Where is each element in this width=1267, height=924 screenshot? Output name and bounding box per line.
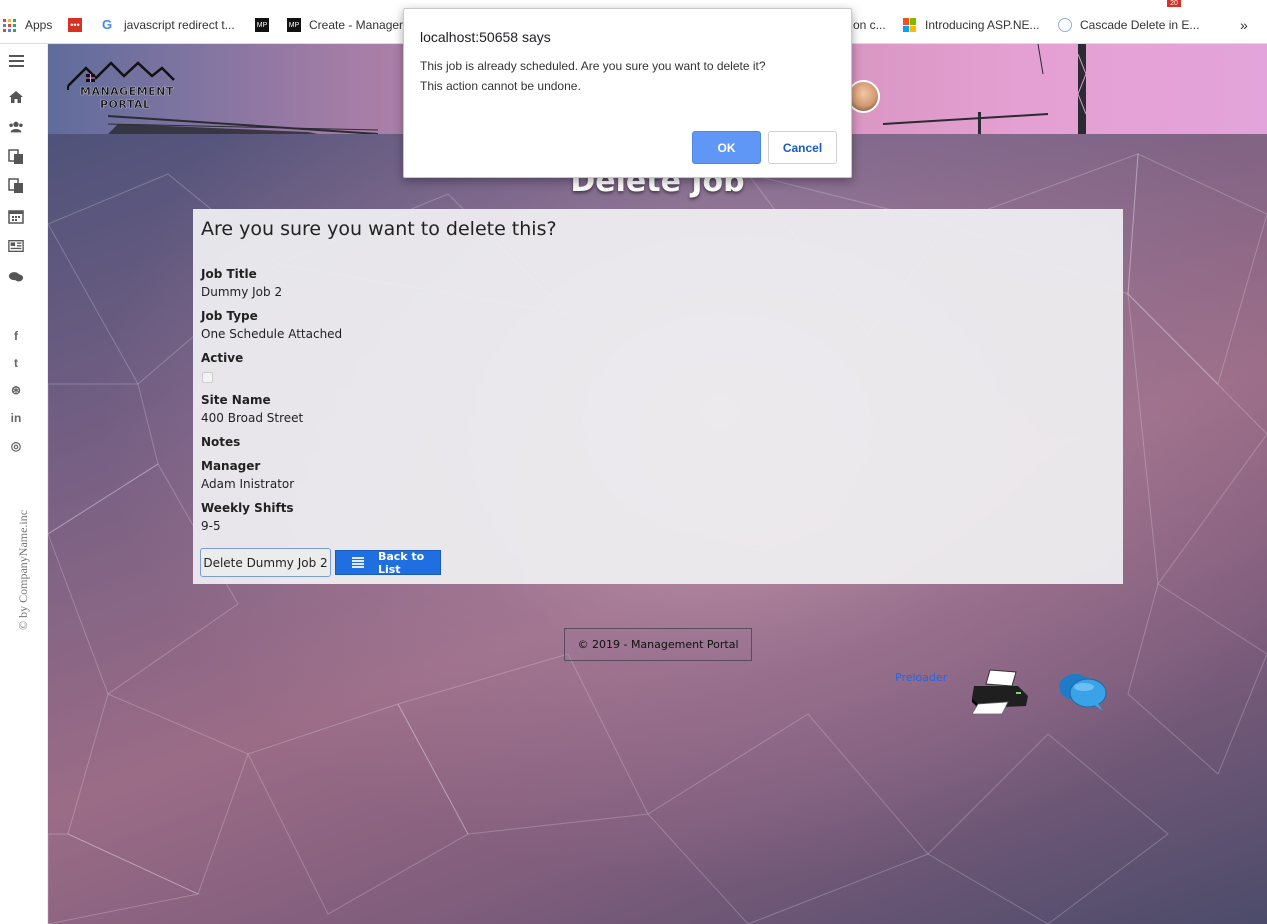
news-icon[interactable]: [8, 238, 24, 254]
bookmark-apps[interactable]: Apps: [3, 16, 52, 34]
logo-text-line1: MANAGEMENT: [80, 85, 174, 98]
active-label: Active: [201, 351, 244, 365]
dialog-message-line1: This job is already scheduled. Are you s…: [420, 59, 766, 73]
job-type-value: One Schedule Attached: [201, 327, 343, 341]
preloader-link[interactable]: Preloader: [895, 671, 947, 684]
users-icon[interactable]: [8, 119, 24, 135]
chevron-double-right-icon: »: [1240, 17, 1248, 33]
back-to-list-button[interactable]: Back to List: [335, 549, 441, 576]
apps-grid-icon: [3, 18, 16, 32]
mp-logo-icon: MP: [287, 18, 301, 32]
logo-text-line2: PORTAL: [100, 98, 151, 111]
site-name-label: Site Name: [201, 393, 271, 407]
documents-icon[interactable]: [8, 149, 24, 165]
footer: © 2019 - Management Portal: [564, 628, 752, 661]
dialog-message-line2: This action cannot be undone.: [420, 79, 581, 93]
bookmark-label: Apps: [25, 18, 53, 32]
manager-label: Manager: [201, 459, 261, 473]
bookmark-label: javascript redirect t...: [124, 18, 235, 32]
dialog-title: localhost:50658 says: [420, 29, 551, 45]
site-name-value: 400 Broad Street: [201, 411, 304, 425]
company-credit: © by CompanyName.inc: [16, 509, 30, 630]
page-icon: [1058, 18, 1072, 32]
calendar-icon[interactable]: [8, 208, 24, 224]
bookmark-partial[interactable]: on c...: [853, 16, 886, 34]
bookmark-mp[interactable]: MP: [255, 16, 277, 34]
microsoft-icon: [903, 18, 917, 32]
manager-value: Adam Inistrator: [201, 477, 295, 491]
google-icon: G: [102, 17, 113, 32]
twitter-icon[interactable]: t: [8, 355, 24, 371]
linkedin-icon[interactable]: in: [8, 410, 24, 426]
chat-bubbles-icon[interactable]: [1057, 671, 1109, 713]
bookmark-label: on c...: [853, 18, 886, 32]
dots-red-icon: •••: [68, 18, 82, 32]
job-title-label: Job Title: [201, 267, 257, 281]
bookmark-create-manager[interactable]: MP Create - Manager: [287, 16, 403, 34]
confirm-question: Are you sure you want to delete this?: [201, 218, 557, 240]
management-portal-logo[interactable]: MANAGEMENT PORTAL: [66, 60, 176, 116]
bookmark-javascript-redirect[interactable]: G javascript redirect t...: [102, 16, 235, 34]
bookmark-label: Create - Manager: [309, 18, 404, 32]
weekly-shifts-value: 9-5: [201, 519, 221, 533]
printer-icon[interactable]: [968, 668, 1030, 716]
back-to-list-label: Back to List: [377, 549, 425, 576]
dribbble-icon[interactable]: ⊛: [8, 382, 24, 398]
bookmark-label: Cascade Delete in E...: [1080, 18, 1200, 32]
instagram-icon[interactable]: ◎: [8, 438, 24, 454]
delete-job-button[interactable]: Delete Dummy Job 2: [200, 548, 331, 577]
notification-badge: 20: [1167, 0, 1181, 7]
menu-icon[interactable]: [8, 52, 24, 68]
bookmarks-more-button[interactable]: »: [1240, 16, 1248, 34]
chat-icon[interactable]: [8, 269, 24, 285]
weekly-shifts-label: Weekly Shifts: [201, 501, 294, 515]
job-title-value: Dummy Job 2: [201, 285, 283, 299]
job-type-label: Job Type: [201, 309, 258, 323]
notes-label: Notes: [201, 435, 241, 449]
home-icon[interactable]: [8, 89, 24, 105]
bookmark-cascade-delete[interactable]: Cascade Delete in E...: [1058, 16, 1199, 34]
ok-button[interactable]: OK: [692, 131, 761, 164]
bookmark-introducing-aspnet[interactable]: Introducing ASP.NE...: [903, 16, 1040, 34]
active-checkbox: [202, 372, 213, 383]
list-icon: [352, 556, 364, 569]
bookmark-dots[interactable]: •••: [68, 16, 90, 34]
cancel-button[interactable]: Cancel: [768, 131, 837, 164]
bookmark-label: Introducing ASP.NE...: [925, 18, 1040, 32]
facebook-icon[interactable]: f: [8, 328, 24, 344]
delete-confirmation-card: Are you sure you want to delete this? Jo…: [193, 209, 1123, 584]
mp-logo-icon: MP: [255, 18, 269, 32]
confirm-dialog: localhost:50658 says This job is already…: [403, 8, 852, 178]
